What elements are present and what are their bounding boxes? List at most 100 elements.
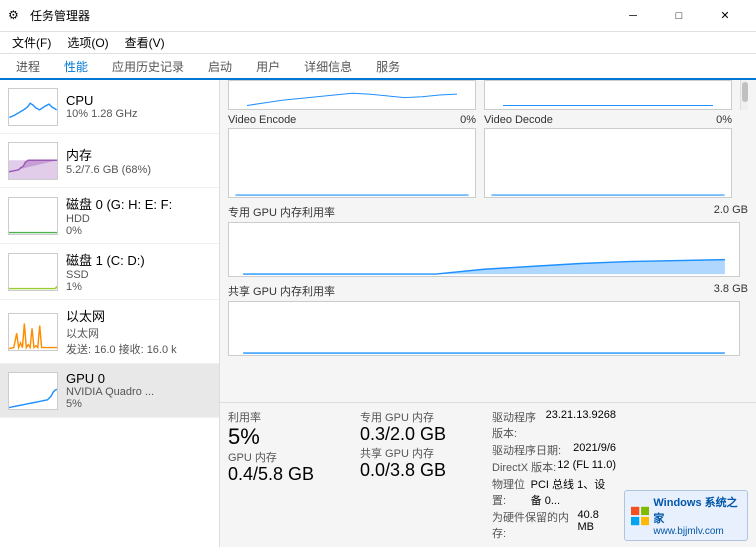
video-encode-header: Video Encode 0% <box>228 112 476 128</box>
video-decode-pct: 0% <box>716 114 732 126</box>
gpu-value: 5% <box>66 398 211 410</box>
memory-name: 内存 <box>66 145 211 164</box>
stat-gpu-mem: 专用 GPU 内存 0.3/2.0 GB 共享 GPU 内存 0.0/3.8 G… <box>360 409 484 541</box>
reserved-mem-val: 40.8 MB <box>578 509 616 541</box>
memory-thumbnail <box>8 142 58 180</box>
tab-app-history[interactable]: 应用历史记录 <box>100 54 196 80</box>
reserved-mem-key: 为硬件保留的内存: <box>492 509 578 541</box>
top-graph-right <box>484 80 732 110</box>
gpu-model: NVIDIA Quadro ... <box>66 386 211 398</box>
menu-options[interactable]: 选项(O) <box>59 32 116 53</box>
directx-val: 12 (FL 11.0) <box>557 459 616 475</box>
cpu-value: 10% 1.28 GHz <box>66 108 211 120</box>
tab-users[interactable]: 用户 <box>244 54 292 80</box>
shared-mem-header: 共享 GPU 内存利用率 3.8 GB <box>228 281 748 301</box>
watermark-container: Windows 系统之家 www.bjjmlv.com <box>624 409 748 541</box>
disk0-info: 磁盘 0 (G: H: E: F: HDD 0% <box>66 194 211 237</box>
physical-loc-val: PCI 总线 1、设备 0... <box>531 476 616 508</box>
disk1-info: 磁盘 1 (C: D:) SSD 1% <box>66 250 211 293</box>
shared-mem-graph <box>228 301 740 356</box>
driver-date-val: 2021/9/6 <box>573 442 616 458</box>
cpu-name: CPU <box>66 93 211 108</box>
disk0-thumbnail <box>8 197 58 235</box>
tab-details[interactable]: 详细信息 <box>292 54 364 80</box>
disk0-value: 0% <box>66 225 211 237</box>
disk1-value: 1% <box>66 281 211 293</box>
driver-version-row: 驱动程序版本: 23.21.13.9268 <box>492 409 616 441</box>
video-decode-graph <box>484 128 732 198</box>
app-icon: ⚙ <box>8 8 24 24</box>
stat-utilization-value: 5% <box>228 425 352 449</box>
top-graph-left <box>228 80 476 110</box>
title-bar-left: ⚙ 任务管理器 <box>8 7 90 24</box>
stat-gpu-mem-value: 0.4/5.8 GB <box>228 465 352 485</box>
ethernet-name: 以太网 <box>66 306 211 325</box>
stat-shared-value: 0.0/3.8 GB <box>360 461 484 481</box>
cpu-info: CPU 10% 1.28 GHz <box>66 93 211 120</box>
sidebar-item-disk0[interactable]: 磁盘 0 (G: H: E: F: HDD 0% <box>0 188 219 244</box>
sidebar-item-disk1[interactable]: 磁盘 1 (C: D:) SSD 1% <box>0 244 219 300</box>
stat-utilization: 利用率 5% GPU 内存 0.4/5.8 GB <box>228 409 352 541</box>
physical-loc-key: 物理位置: <box>492 476 531 508</box>
video-decode-header: Video Decode 0% <box>484 112 732 128</box>
stat-dedicated-value: 0.3/2.0 GB <box>360 425 484 445</box>
gpu-thumbnail <box>8 372 58 410</box>
ethernet-thumbnail <box>8 313 58 351</box>
dedicated-mem-value: 2.0 GB <box>714 204 748 220</box>
memory-info: 内存 5.2/7.6 GB (68%) <box>66 145 211 176</box>
title-bar-title: 任务管理器 <box>30 7 90 24</box>
sidebar-item-cpu[interactable]: CPU 10% 1.28 GHz <box>0 80 219 134</box>
watermark-logo <box>631 506 649 526</box>
watermark-url: www.bjjmlv.com <box>653 526 741 537</box>
sidebar-item-gpu[interactable]: GPU 0 NVIDIA Quadro ... 5% <box>0 364 219 418</box>
sidebar-item-ethernet[interactable]: 以太网 以太网 发送: 16.0 接收: 16.0 k <box>0 300 219 364</box>
tab-services[interactable]: 服务 <box>364 54 412 80</box>
watermark-title: Windows 系统之家 <box>653 494 741 526</box>
video-encode-graph <box>228 128 476 198</box>
stat-utilization-label: 利用率 <box>228 409 352 425</box>
driver-version-key: 驱动程序版本: <box>492 409 546 441</box>
physical-loc-row: 物理位置: PCI 总线 1、设备 0... <box>492 476 616 508</box>
tab-bar: 进程 性能 应用历史记录 启动 用户 详细信息 服务 <box>0 54 756 80</box>
scrollbar-thumb[interactable] <box>742 82 748 102</box>
maximize-button[interactable]: □ <box>656 0 702 32</box>
cpu-thumbnail <box>8 88 58 126</box>
video-encode-label: Video Encode <box>228 114 296 126</box>
disk1-thumbnail <box>8 253 58 291</box>
stat-shared-label: 共享 GPU 内存 <box>360 445 484 461</box>
directx-key: DirectX 版本: <box>492 459 556 475</box>
stat-dedicated-label: 专用 GPU 内存 <box>360 409 484 425</box>
reserved-mem-row: 为硬件保留的内存: 40.8 MB <box>492 509 616 541</box>
stat-gpu-mem-label: GPU 内存 <box>228 449 352 465</box>
right-panel: Video Encode 0% Video Decode 0% <box>220 80 756 547</box>
driver-version-val: 23.21.13.9268 <box>546 409 616 441</box>
gpu-name: GPU 0 <box>66 371 211 386</box>
menu-view[interactable]: 查看(V) <box>117 32 173 53</box>
dedicated-mem-graph <box>228 222 740 277</box>
disk0-type: HDD <box>66 213 211 225</box>
tab-startup[interactable]: 启动 <box>196 54 244 80</box>
video-encode-pct: 0% <box>460 114 476 126</box>
graphs-area: Video Encode 0% Video Decode 0% <box>220 80 756 402</box>
dedicated-mem-label: 专用 GPU 内存利用率 <box>228 204 335 220</box>
watermark-text: Windows 系统之家 www.bjjmlv.com <box>653 494 741 537</box>
video-decode-label: Video Decode <box>484 114 553 126</box>
ethernet-info: 以太网 以太网 发送: 16.0 接收: 16.0 k <box>66 306 211 357</box>
tab-process[interactable]: 进程 <box>4 54 52 80</box>
ethernet-value: 发送: 16.0 接收: 16.0 k <box>66 341 211 357</box>
driver-date-key: 驱动程序日期: <box>492 442 561 458</box>
close-button[interactable]: ✕ <box>702 0 748 32</box>
ethernet-type: 以太网 <box>66 325 211 341</box>
gpu-info: GPU 0 NVIDIA Quadro ... 5% <box>66 371 211 410</box>
stat-driver-info: 驱动程序版本: 23.21.13.9268 驱动程序日期: 2021/9/6 D… <box>492 409 616 541</box>
directx-row: DirectX 版本: 12 (FL 11.0) <box>492 459 616 475</box>
sidebar-item-memory[interactable]: 内存 5.2/7.6 GB (68%) <box>0 134 219 188</box>
menu-file[interactable]: 文件(F) <box>4 32 59 53</box>
dedicated-mem-section: 专用 GPU 内存利用率 2.0 GB <box>228 202 748 277</box>
title-bar: ⚙ 任务管理器 ─ □ ✕ <box>0 0 756 32</box>
tab-performance[interactable]: 性能 <box>52 54 100 80</box>
shared-mem-label: 共享 GPU 内存利用率 <box>228 283 335 299</box>
video-encode-section: Video Encode 0% <box>228 112 476 198</box>
minimize-button[interactable]: ─ <box>610 0 656 32</box>
disk0-name: 磁盘 0 (G: H: E: F: <box>66 194 211 213</box>
